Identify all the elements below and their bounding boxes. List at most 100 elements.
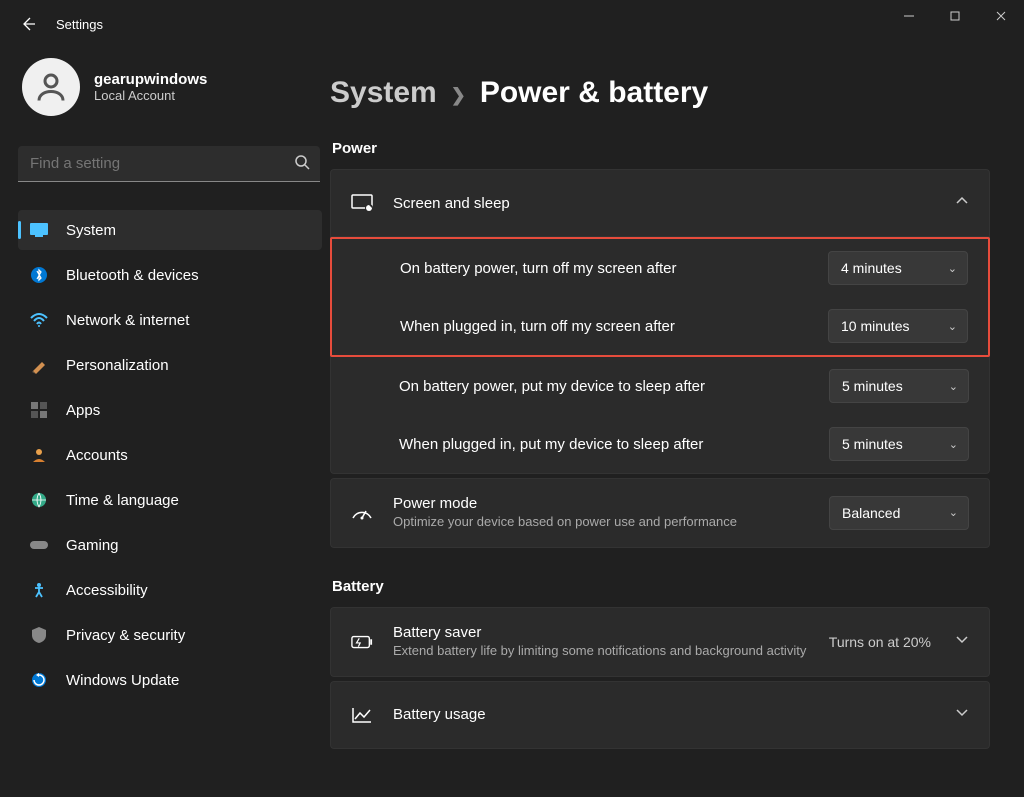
person-icon [33,69,69,105]
speedometer-icon [351,504,373,522]
nav-label: Time & language [66,492,179,509]
profile-account-type: Local Account [94,88,207,103]
screen-and-sleep-header[interactable]: Screen and sleep [331,170,989,236]
nav-label: Gaming [66,537,119,554]
dropdown-value: 5 minutes [842,436,903,452]
system-icon [30,221,48,239]
chevron-down-icon: ⌄ [948,262,957,275]
setting-label: On battery power, turn off my screen aft… [400,258,808,279]
chevron-up-icon [955,194,969,213]
setting-label: When plugged in, turn off my screen afte… [400,316,808,337]
nav-item-personalization[interactable]: Personalization [18,345,322,385]
nav-item-windows-update[interactable]: Windows Update [18,660,322,700]
app-title: Settings [56,17,103,32]
nav-item-apps[interactable]: Apps [18,390,322,430]
battery-screen-off-row: On battery power, turn off my screen aft… [332,239,988,297]
screen-icon [351,194,373,212]
nav-label: Windows Update [66,672,179,689]
nav-item-network[interactable]: Network & internet [18,300,322,340]
search-box[interactable] [18,146,320,182]
sidebar: gearupwindows Local Account System Bluet… [0,48,330,797]
nav-item-accessibility[interactable]: Accessibility [18,570,322,610]
maximize-button[interactable] [932,0,978,32]
nav-label: Network & internet [66,312,189,329]
back-button[interactable] [8,4,48,44]
search-icon [294,154,310,175]
plugged-sleep-row: When plugged in, put my device to sleep … [331,415,989,473]
update-icon [30,671,48,689]
nav-label: Bluetooth & devices [66,267,199,284]
plugged-screen-off-row: When plugged in, turn off my screen afte… [332,297,988,355]
chart-icon [351,707,373,723]
page-title: Power & battery [480,76,708,110]
dropdown-value: 10 minutes [841,318,909,334]
power-mode-row: Power mode Optimize your device based on… [331,479,989,547]
avatar [22,58,80,116]
nav-label: Accounts [66,447,128,464]
battery-screen-off-dropdown[interactable]: 4 minutes ⌄ [828,251,968,285]
accessibility-icon [30,581,48,599]
card-title: Battery usage [393,706,935,723]
nav-item-bluetooth[interactable]: Bluetooth & devices [18,255,322,295]
battery-sleep-row: On battery power, put my device to sleep… [331,357,989,415]
nav-label: Apps [66,402,100,419]
breadcrumb-parent[interactable]: System [330,76,437,110]
screen-sleep-options: On battery power, turn off my screen aft… [331,236,989,473]
battery-saver-status: Turns on at 20% [829,634,931,650]
nav-label: Privacy & security [66,627,185,644]
highlighted-settings: On battery power, turn off my screen aft… [330,237,990,357]
dropdown-value: 4 minutes [841,260,902,276]
card-subtitle: Optimize your device based on power use … [393,514,809,531]
power-section-heading: Power [332,140,990,157]
nav-label: Accessibility [66,582,148,599]
time-language-icon [30,491,48,509]
minimize-button[interactable] [886,0,932,32]
nav-item-time-language[interactable]: Time & language [18,480,322,520]
gaming-icon [30,536,48,554]
dropdown-value: Balanced [842,505,900,521]
screen-and-sleep-card: Screen and sleep On battery power, turn … [330,169,990,474]
close-button[interactable] [978,0,1024,32]
battery-saver-card: Battery saver Extend battery life by lim… [330,607,990,677]
battery-saver-row[interactable]: Battery saver Extend battery life by lim… [331,608,989,676]
window-controls [886,0,1024,32]
nav-item-system[interactable]: System [18,210,322,250]
back-arrow-icon [20,16,36,32]
nav-list: System Bluetooth & devices Network & int… [18,210,322,700]
card-title: Screen and sleep [393,195,935,212]
chevron-right-icon: ❯ [451,85,466,106]
battery-usage-card: Battery usage [330,681,990,749]
power-mode-dropdown[interactable]: Balanced ⌄ [829,496,969,530]
chevron-down-icon: ⌄ [949,506,958,519]
breadcrumb: System ❯ Power & battery [330,76,990,110]
title-bar: Settings [0,0,1024,48]
bluetooth-icon [30,266,48,284]
chevron-down-icon: ⌄ [948,320,957,333]
accounts-icon [30,446,48,464]
setting-label: On battery power, put my device to sleep… [399,376,809,397]
profile-block[interactable]: gearupwindows Local Account [18,58,322,116]
profile-name: gearupwindows [94,71,207,88]
battery-sleep-dropdown[interactable]: 5 minutes ⌄ [829,369,969,403]
power-mode-card: Power mode Optimize your device based on… [330,478,990,548]
shield-icon [30,626,48,644]
battery-saver-icon [351,635,373,649]
wifi-icon [30,311,48,329]
nav-item-gaming[interactable]: Gaming [18,525,322,565]
plugged-sleep-dropdown[interactable]: 5 minutes ⌄ [829,427,969,461]
nav-label: Personalization [66,357,169,374]
main-content: System ❯ Power & battery Power Screen an… [330,48,1024,797]
chevron-down-icon [955,632,969,651]
plugged-screen-off-dropdown[interactable]: 10 minutes ⌄ [828,309,968,343]
nav-item-accounts[interactable]: Accounts [18,435,322,475]
apps-icon [30,401,48,419]
nav-item-privacy[interactable]: Privacy & security [18,615,322,655]
search-input[interactable] [18,146,320,182]
nav-label: System [66,222,116,239]
battery-section-heading: Battery [332,578,990,595]
card-title: Battery saver [393,624,809,641]
battery-usage-row[interactable]: Battery usage [331,682,989,748]
chevron-down-icon [955,705,969,724]
chevron-down-icon: ⌄ [949,380,958,393]
chevron-down-icon: ⌄ [949,438,958,451]
